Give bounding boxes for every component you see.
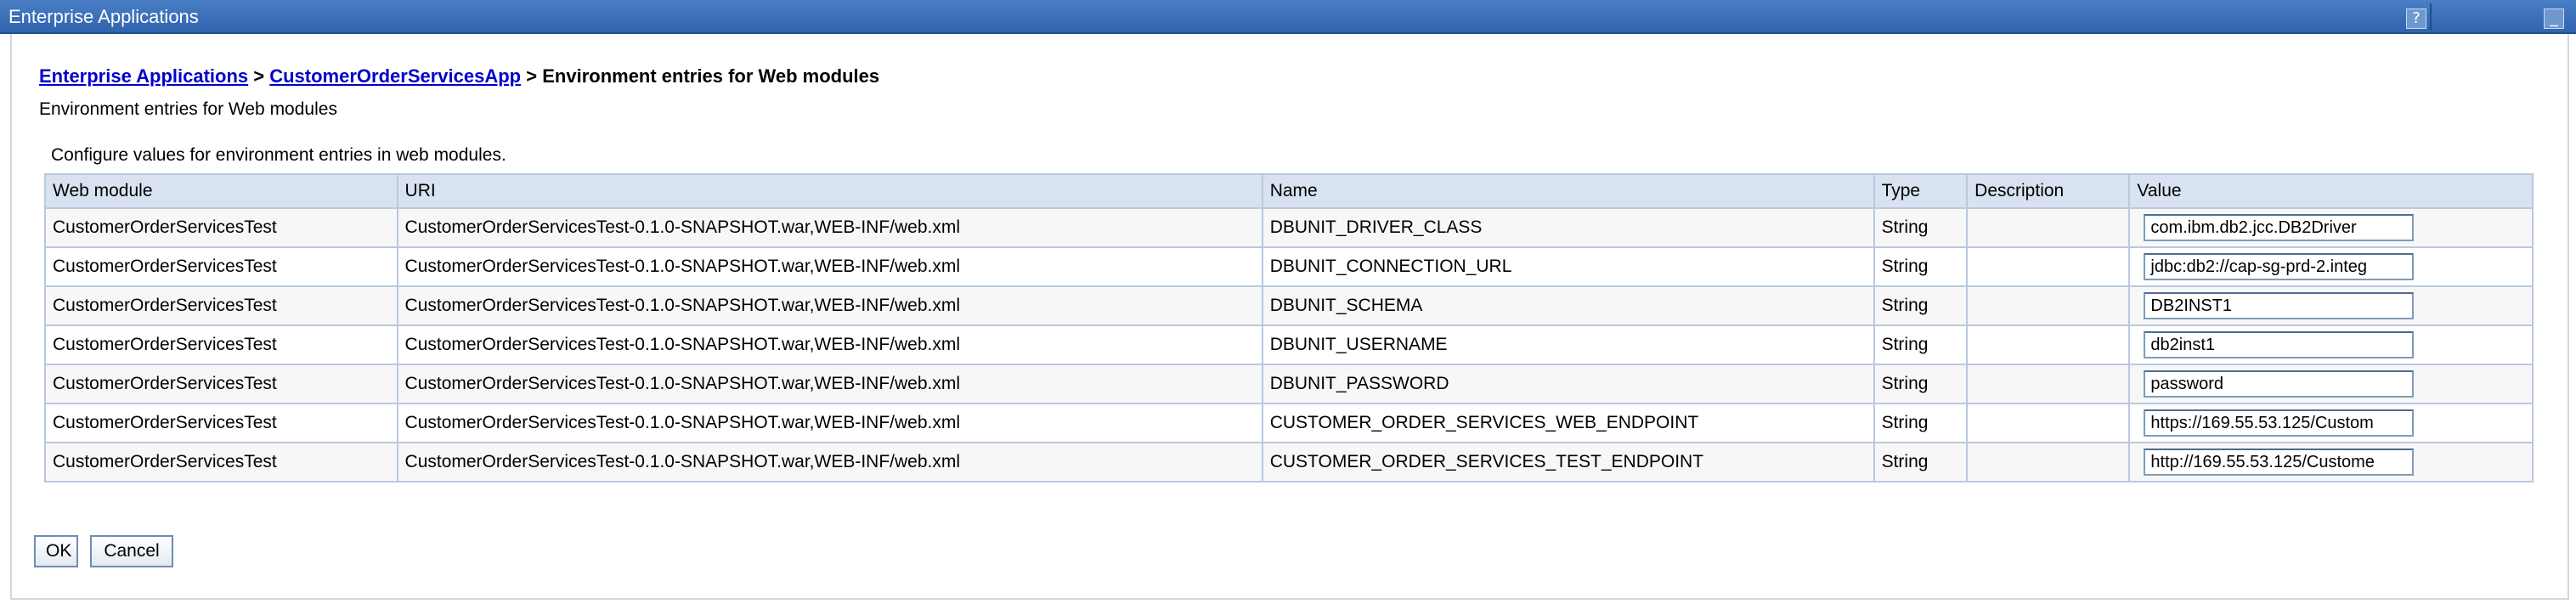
- breadcrumb-link-app[interactable]: CustomerOrderServicesApp: [269, 65, 521, 87]
- table-row: CustomerOrderServicesTest CustomerOrderS…: [44, 207, 2534, 248]
- window-title: Enterprise Applications: [8, 6, 199, 27]
- value-input[interactable]: [2144, 253, 2415, 280]
- minimize-icon[interactable]: _: [2544, 8, 2564, 29]
- value-input[interactable]: [2144, 409, 2415, 437]
- cell-name: CUSTOMER_ORDER_SERVICES_WEB_ENDPOINT: [1261, 403, 1875, 443]
- cell-uri: CustomerOrderServicesTest-0.1.0-SNAPSHOT…: [396, 442, 1263, 482]
- column-header-web-module: Web module: [44, 173, 398, 209]
- cell-name: DBUNIT_SCHEMA: [1261, 285, 1875, 326]
- column-header-type: Type: [1873, 173, 1969, 209]
- table-row: CustomerOrderServicesTest CustomerOrderS…: [44, 442, 2534, 482]
- column-header-uri: URI: [396, 173, 1263, 209]
- page-description: Configure values for environment entries…: [51, 145, 506, 165]
- table-row: CustomerOrderServicesTest CustomerOrderS…: [44, 324, 2534, 365]
- cell-value: [2128, 442, 2534, 482]
- breadcrumb-separator: >: [526, 65, 538, 87]
- help-icon[interactable]: ?: [2406, 8, 2426, 29]
- value-input[interactable]: [2144, 292, 2415, 319]
- ok-button[interactable]: OK: [34, 535, 78, 567]
- cell-uri: CustomerOrderServicesTest-0.1.0-SNAPSHOT…: [396, 324, 1263, 365]
- cell-value: [2128, 364, 2534, 404]
- value-input[interactable]: [2144, 370, 2415, 398]
- column-header-name: Name: [1261, 173, 1875, 209]
- cell-uri: CustomerOrderServicesTest-0.1.0-SNAPSHOT…: [396, 285, 1263, 326]
- breadcrumb-link-enterprise-applications[interactable]: Enterprise Applications: [39, 65, 248, 87]
- cell-description: [1966, 364, 2131, 404]
- cell-name: DBUNIT_USERNAME: [1261, 324, 1875, 365]
- cell-web-module: CustomerOrderServicesTest: [44, 403, 398, 443]
- cell-type: String: [1873, 403, 1969, 443]
- breadcrumb-separator: >: [253, 65, 265, 87]
- cell-type: String: [1873, 324, 1969, 365]
- breadcrumb-current: Environment entries for Web modules: [542, 65, 880, 87]
- cell-value: [2128, 285, 2534, 326]
- cell-uri: CustomerOrderServicesTest-0.1.0-SNAPSHOT…: [396, 403, 1263, 443]
- cell-web-module: CustomerOrderServicesTest: [44, 285, 398, 326]
- cell-description: [1966, 442, 2131, 482]
- cell-name: CUSTOMER_ORDER_SERVICES_TEST_ENDPOINT: [1261, 442, 1875, 482]
- cell-web-module: CustomerOrderServicesTest: [44, 442, 398, 482]
- value-input[interactable]: [2144, 331, 2415, 358]
- cell-value: [2128, 246, 2534, 287]
- column-header-description: Description: [1966, 173, 2131, 209]
- cell-name: DBUNIT_CONNECTION_URL: [1261, 246, 1875, 287]
- cell-uri: CustomerOrderServicesTest-0.1.0-SNAPSHOT…: [396, 246, 1263, 287]
- cell-type: String: [1873, 442, 1969, 482]
- value-input[interactable]: [2144, 214, 2415, 241]
- table-row: CustomerOrderServicesTest CustomerOrderS…: [44, 285, 2534, 326]
- cell-value: [2128, 324, 2534, 365]
- environment-entries-table: Web module URI Name Type Description Val…: [44, 173, 2534, 482]
- table-row: CustomerOrderServicesTest CustomerOrderS…: [44, 364, 2534, 404]
- cell-web-module: CustomerOrderServicesTest: [44, 207, 398, 248]
- cell-name: DBUNIT_PASSWORD: [1261, 364, 1875, 404]
- cell-description: [1966, 403, 2131, 443]
- table-header-row: Web module URI Name Type Description Val…: [44, 173, 2534, 209]
- table-row: CustomerOrderServicesTest CustomerOrderS…: [44, 246, 2534, 287]
- cell-web-module: CustomerOrderServicesTest: [44, 364, 398, 404]
- cell-web-module: CustomerOrderServicesTest: [44, 324, 398, 365]
- breadcrumb: Enterprise Applications > CustomerOrderS…: [39, 65, 879, 88]
- window-titlebar: Enterprise Applications ? _: [0, 0, 2576, 34]
- table-row: CustomerOrderServicesTest CustomerOrderS…: [44, 403, 2534, 443]
- cell-description: [1966, 207, 2131, 248]
- cell-type: String: [1873, 207, 1969, 248]
- cell-description: [1966, 246, 2131, 287]
- cell-web-module: CustomerOrderServicesTest: [44, 246, 398, 287]
- cell-uri: CustomerOrderServicesTest-0.1.0-SNAPSHOT…: [396, 364, 1263, 404]
- page-subtitle: Environment entries for Web modules: [39, 99, 337, 119]
- cell-description: [1966, 285, 2131, 326]
- cell-type: String: [1873, 246, 1969, 287]
- cell-value: [2128, 403, 2534, 443]
- cell-description: [1966, 324, 2131, 365]
- cell-uri: CustomerOrderServicesTest-0.1.0-SNAPSHOT…: [396, 207, 1263, 248]
- titlebar-divider: [2430, 3, 2432, 31]
- cell-type: String: [1873, 364, 1969, 404]
- column-header-value: Value: [2128, 173, 2534, 209]
- cell-value: [2128, 207, 2534, 248]
- cancel-button[interactable]: Cancel: [90, 535, 173, 567]
- cell-type: String: [1873, 285, 1969, 326]
- value-input[interactable]: [2144, 449, 2415, 476]
- cell-name: DBUNIT_DRIVER_CLASS: [1261, 207, 1875, 248]
